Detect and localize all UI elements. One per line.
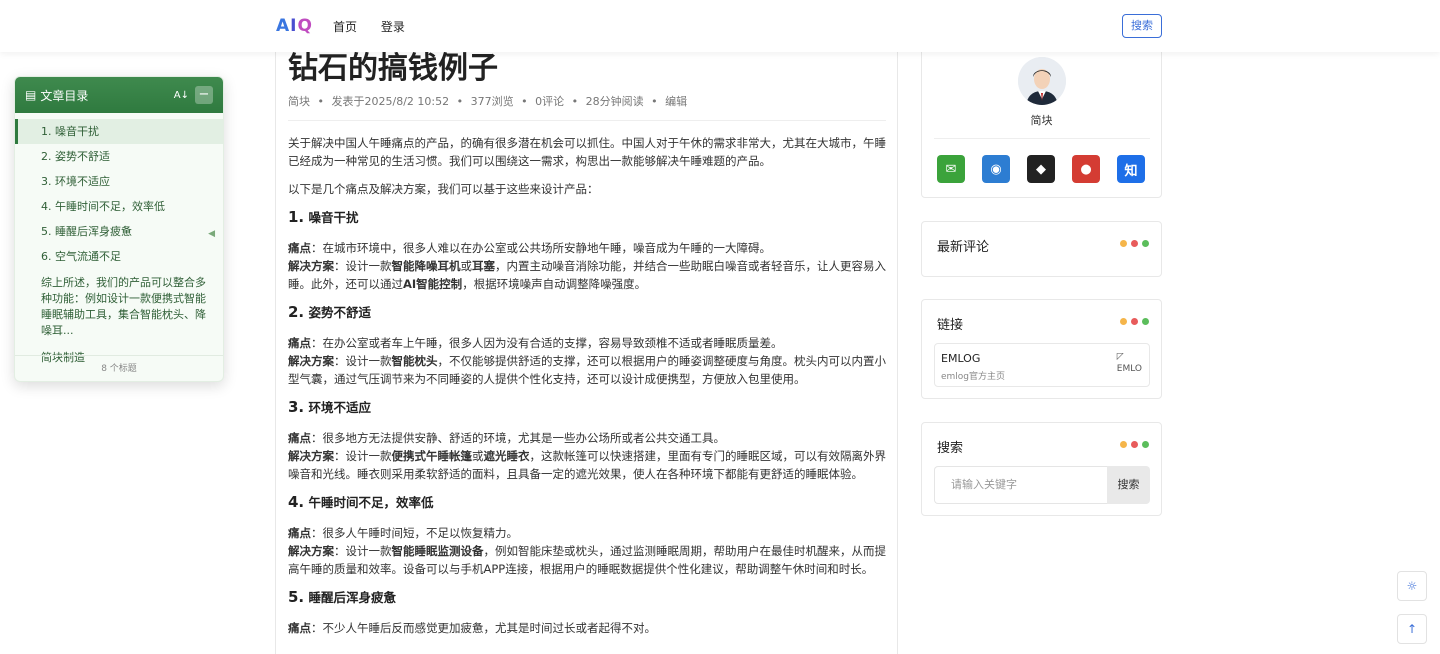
search-card: 搜索 请输入关键字 搜索 xyxy=(921,422,1162,516)
card-title: 搜索 xyxy=(937,441,964,456)
article-paragraph: 痛点：很多地方无法提供安静、舒适的环境，尤其是一些办公场所或者公共交通工具。 解… xyxy=(288,431,886,481)
toc-item[interactable]: 4. 午睡时间不足，效率低 xyxy=(15,194,223,219)
read-time: 28分钟阅读 xyxy=(585,95,644,108)
toc-count: 8 个标题 xyxy=(15,355,223,381)
article-paragraph: 痛点：很多人午睡时间短，不足以恢复精力。 解决方案：设计一款智能睡眠监测设备，例… xyxy=(288,526,886,576)
link-name: EMLOG xyxy=(941,352,981,365)
friend-link[interactable]: EMLOG emlog官方主页 ◸ EMLO xyxy=(934,343,1150,387)
toc-item[interactable]: 1. 噪音干扰 xyxy=(15,119,223,144)
toc-item[interactable]: 综上所述，我们的产品可以整合多种功能：例如设计一款便携式智能睡眠辅助工具，集合智… xyxy=(15,269,223,345)
nav-login-link[interactable]: 登录 xyxy=(381,20,405,34)
search-input[interactable]: 请输入关键字 xyxy=(934,466,1107,504)
header-search-button[interactable]: 搜索 xyxy=(1122,14,1162,38)
leaf-icon: ◀ xyxy=(208,229,215,239)
link-description: emlog官方主页 xyxy=(941,372,1006,382)
article-paragraph: 关于解决中国人午睡痛点的产品，的确有很多潜在机会可以抓住。中国人对于午休的需求非… xyxy=(288,136,886,168)
author-link[interactable]: 简块 xyxy=(288,95,310,108)
profile-name: 简块 xyxy=(1030,114,1053,127)
github-icon[interactable]: ◆ xyxy=(1027,155,1055,183)
section-heading: 5. 睡醒后浑身疲惫 xyxy=(288,588,397,606)
toc-item[interactable]: 6. 空气流通不足 xyxy=(15,244,223,269)
toc-item[interactable]: 3. 环境不适应 xyxy=(15,169,223,194)
divider xyxy=(288,120,886,121)
toc-title: 文章目录 xyxy=(40,88,89,103)
section-heading: 4. 午睡时间不足，效率低 xyxy=(288,493,434,511)
weibo-icon[interactable]: ● xyxy=(1072,155,1100,183)
article-paragraph: 以下是几个痛点及解决方案，我们可以基于这些来设计产品： xyxy=(288,182,599,196)
toc-list: 1. 噪音干扰 2. 姿势不舒适 3. 环境不适应 4. 午睡时间不足，效率低 … xyxy=(15,113,223,370)
sun-icon[interactable]: ☼ xyxy=(1397,571,1427,601)
toc-item[interactable]: 5. 睡醒后浑身疲惫 xyxy=(15,219,223,244)
broken-image-icon: ◸ EMLO xyxy=(1116,352,1142,374)
edit-link[interactable]: 编辑 xyxy=(665,95,687,108)
section-heading: 1. 噪音干扰 xyxy=(288,208,359,226)
toc-header: ▤ 文章目录 A↓ − xyxy=(15,77,223,113)
window-dots xyxy=(1120,441,1149,448)
search-submit-button[interactable]: 搜索 xyxy=(1107,466,1150,504)
wechat-icon[interactable]: ✉ xyxy=(937,155,965,183)
site-logo[interactable]: AIQ xyxy=(276,16,313,36)
qq-icon[interactable]: ◉ xyxy=(982,155,1010,183)
article-paragraph: 痛点：在办公室或者车上午睡，很多人因为没有合适的支撑，容易导致颈椎不适或者睡眠质… xyxy=(288,336,886,386)
document-icon: ▤ xyxy=(25,88,37,102)
article-container: 钻石的搞钱例子 简块 • 发表于2025/8/2 10:52 • 377浏览 •… xyxy=(275,30,898,654)
card-title: 链接 xyxy=(937,318,964,333)
article-paragraph: 痛点：在城市环境中，很多人难以在办公室或公共场所安静地午睡，噪音成为午睡的一大障… xyxy=(288,241,886,291)
zhihu-icon[interactable]: 知 xyxy=(1117,155,1145,183)
publish-date: 发表于2025/8/2 10:52 xyxy=(331,95,450,108)
arrow-up-icon[interactable]: ↑ xyxy=(1397,614,1427,644)
article-paragraph: 痛点：不少人午睡后反而感觉更加疲惫，尤其是时间过长或者起得不对。 xyxy=(288,621,656,635)
article-body: 关于解决中国人午睡痛点的产品，的确有很多潜在机会可以抓住。中国人对于午休的需求非… xyxy=(288,134,888,647)
article-meta: 简块 • 发表于2025/8/2 10:52 • 377浏览 • 0评论 • 2… xyxy=(288,95,688,108)
nav-home-link[interactable]: 首页 xyxy=(333,20,357,34)
collapse-toc-button[interactable]: − xyxy=(195,86,213,104)
section-heading: 2. 姿势不舒适 xyxy=(288,303,372,321)
window-dots xyxy=(1120,240,1149,247)
window-dots xyxy=(1120,318,1149,325)
avatar[interactable] xyxy=(1018,57,1066,105)
latest-comments-card: 最新评论 xyxy=(921,221,1162,277)
main-nav: 首页 登录 xyxy=(333,18,425,35)
toc-item[interactable]: 2. 姿势不舒适 xyxy=(15,144,223,169)
comment-count[interactable]: 0评论 xyxy=(535,95,564,108)
view-count: 377浏览 xyxy=(470,95,514,108)
social-links: ✉ ◉ ◆ ● 知 xyxy=(937,155,1145,183)
table-of-contents: ▤ 文章目录 A↓ − 1. 噪音干扰 2. 姿势不舒适 3. 环境不适应 4.… xyxy=(14,76,224,382)
profile-card: 简块 ✉ ◉ ◆ ● 知 xyxy=(921,30,1162,198)
sort-icon[interactable]: A↓ xyxy=(174,90,189,101)
card-title: 最新评论 xyxy=(937,240,990,255)
links-card: 链接 EMLOG emlog官方主页 ◸ EMLO xyxy=(921,299,1162,399)
divider xyxy=(934,138,1150,139)
top-navbar: AIQ 首页 登录 搜索 xyxy=(0,0,1440,52)
section-heading: 3. 环境不适应 xyxy=(288,398,372,416)
